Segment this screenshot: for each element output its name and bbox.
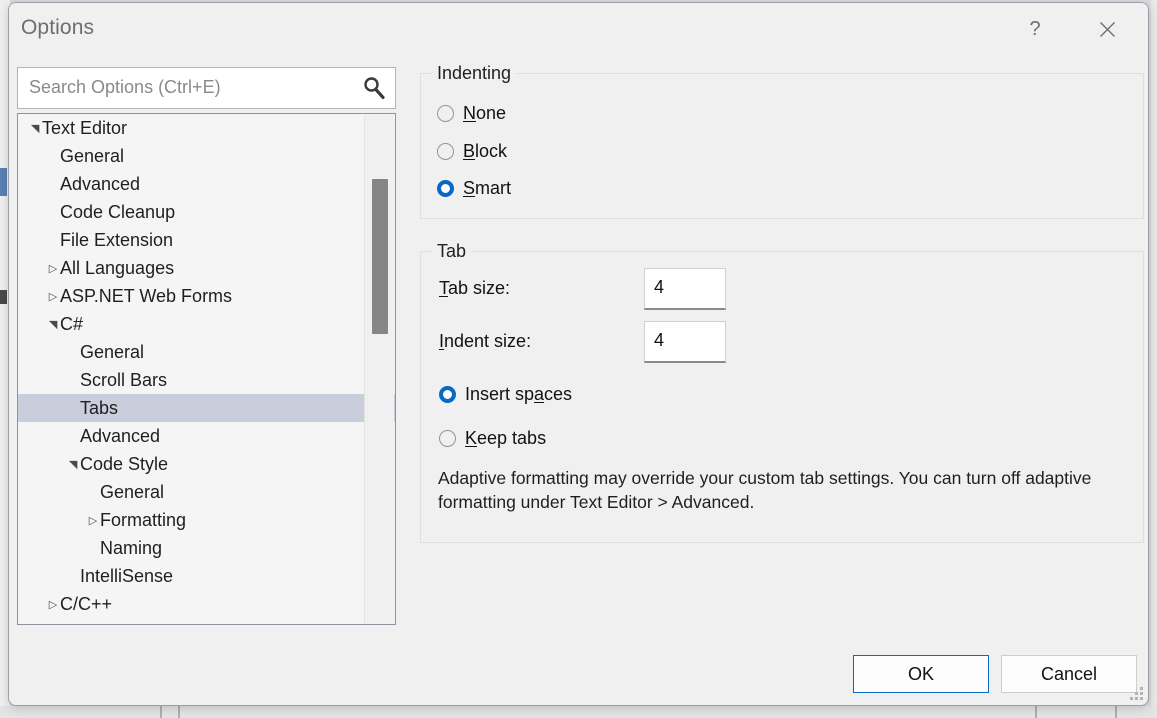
- tree-item-label: All Languages: [60, 258, 174, 278]
- tree-item-label: C#: [60, 314, 83, 334]
- background-tick: [160, 706, 162, 718]
- tree-item-formatting[interactable]: Formatting: [18, 506, 395, 534]
- tree-item-label: Code Style: [80, 454, 168, 474]
- help-button[interactable]: ?: [1012, 7, 1058, 51]
- chevron-right-icon[interactable]: [86, 507, 100, 535]
- close-icon: [1099, 21, 1116, 38]
- tree-item-naming[interactable]: Naming: [18, 534, 395, 562]
- radio-mark-block[interactable]: [437, 143, 454, 160]
- background-accent-marker-2: [0, 290, 7, 304]
- chevron-down-icon[interactable]: [66, 451, 80, 479]
- tab-size-label: Tab size:: [439, 278, 510, 299]
- tree-item-scroll-bars[interactable]: Scroll Bars: [18, 366, 395, 394]
- page-title: Options: [21, 16, 94, 40]
- tab-size-input[interactable]: 4: [644, 268, 726, 310]
- tree-item-label: Scroll Bars: [80, 370, 167, 390]
- radio-indenting-smart[interactable]: Smart: [437, 175, 511, 201]
- indenting-group: Indenting None Block Smart: [420, 73, 1144, 219]
- tree-item-general[interactable]: General: [18, 338, 395, 366]
- options-tree[interactable]: Text Editor General Advanced Code Cleanup Fi…: [17, 113, 396, 625]
- tree-item-general[interactable]: General: [18, 142, 395, 170]
- background-tick: [1115, 706, 1117, 718]
- adaptive-formatting-note: Adaptive formatting may override your cu…: [438, 466, 1098, 514]
- background-right-edge: [1151, 0, 1157, 718]
- chevron-right-icon[interactable]: [46, 283, 60, 311]
- radio-insert-spaces[interactable]: Insert spaces: [439, 381, 572, 407]
- chevron-right-icon[interactable]: [46, 255, 60, 283]
- tree-scrollbar-thumb[interactable]: [372, 179, 388, 334]
- background-tick: [1035, 706, 1037, 718]
- tree-item-label: Code Cleanup: [60, 202, 175, 222]
- close-button[interactable]: [1084, 7, 1130, 51]
- question-mark-icon: ?: [1029, 18, 1040, 41]
- search-icon[interactable]: [361, 75, 387, 101]
- background-accent-marker: [0, 168, 7, 196]
- radio-label-smart: Smart: [463, 178, 511, 199]
- radio-mark-insert-spaces[interactable]: [439, 386, 456, 403]
- tree-item-label: General: [80, 342, 144, 362]
- tree-item-intellisense[interactable]: IntelliSense: [18, 562, 395, 590]
- tree-item-label: Tabs: [80, 398, 118, 418]
- search-input[interactable]: Search Options (Ctrl+E): [17, 67, 396, 109]
- radio-label-keep-tabs: Keep tabs: [465, 428, 546, 449]
- tree-item-c[interactable]: C#: [18, 310, 395, 338]
- radio-mark-none[interactable]: [437, 105, 454, 122]
- tree-item-label: Formatting: [100, 510, 186, 530]
- tree-item-code-style[interactable]: Code Style: [18, 450, 395, 478]
- tree-item-label: ASP.NET Web Forms: [60, 286, 232, 306]
- ok-button[interactable]: OK: [853, 655, 989, 693]
- radio-label-none: None: [463, 103, 506, 124]
- options-dialog: Options ? Search Options (Ctrl+E) Text E…: [8, 2, 1149, 706]
- radio-label-insert-spaces: Insert spaces: [465, 384, 572, 405]
- tree-rows-container: Text Editor General Advanced Code Cleanup Fi…: [18, 114, 395, 618]
- indent-size-input[interactable]: 4: [644, 321, 726, 363]
- tree-item-label: Naming: [100, 538, 162, 558]
- tab-group-label: Tab: [432, 241, 471, 262]
- indent-size-value: 4: [654, 330, 664, 351]
- radio-mark-keep-tabs[interactable]: [439, 430, 456, 447]
- dialog-titlebar: Options ?: [9, 3, 1148, 55]
- radio-keep-tabs[interactable]: Keep tabs: [439, 425, 546, 451]
- tree-item-label: General: [100, 482, 164, 502]
- indent-size-label: Indent size:: [439, 331, 531, 352]
- tree-item-file-extension[interactable]: File Extension: [18, 226, 395, 254]
- tree-item-general[interactable]: General: [18, 478, 395, 506]
- tree-item-text-editor[interactable]: Text Editor: [18, 114, 395, 142]
- tree-item-label: Advanced: [60, 174, 140, 194]
- tree-item-label: File Extension: [60, 230, 173, 250]
- radio-indenting-block[interactable]: Block: [437, 138, 507, 164]
- chevron-down-icon[interactable]: [28, 115, 42, 143]
- search-placeholder: Search Options (Ctrl+E): [29, 77, 221, 98]
- tree-item-label: Advanced: [80, 426, 160, 446]
- tree-item-all-languages[interactable]: All Languages: [18, 254, 395, 282]
- chevron-down-icon[interactable]: [46, 311, 60, 339]
- tree-item-label: Text Editor: [42, 118, 127, 138]
- tree-item-label: C/C++: [60, 594, 112, 614]
- tree-item-c-c[interactable]: C/C++: [18, 590, 395, 618]
- cancel-button[interactable]: Cancel: [1001, 655, 1137, 693]
- tree-item-asp-net-web-forms[interactable]: ASP.NET Web Forms: [18, 282, 395, 310]
- tree-item-advanced[interactable]: Advanced: [18, 422, 395, 450]
- tab-size-value: 4: [654, 277, 664, 298]
- background-tick: [178, 706, 180, 718]
- radio-label-block: Block: [463, 141, 507, 162]
- radio-indenting-none[interactable]: None: [437, 100, 506, 126]
- indenting-group-label: Indenting: [432, 63, 516, 84]
- resize-grip[interactable]: [1129, 686, 1143, 700]
- chevron-right-icon[interactable]: [46, 591, 60, 619]
- tree-item-tabs[interactable]: Tabs: [18, 394, 395, 422]
- background-taskbar-strip: [0, 706, 1157, 718]
- tree-scrollbar[interactable]: [364, 115, 394, 625]
- tree-item-code-cleanup[interactable]: Code Cleanup: [18, 198, 395, 226]
- tree-item-label: IntelliSense: [80, 566, 173, 586]
- radio-mark-smart[interactable]: [437, 180, 454, 197]
- tree-item-label: General: [60, 146, 124, 166]
- tree-item-advanced[interactable]: Advanced: [18, 170, 395, 198]
